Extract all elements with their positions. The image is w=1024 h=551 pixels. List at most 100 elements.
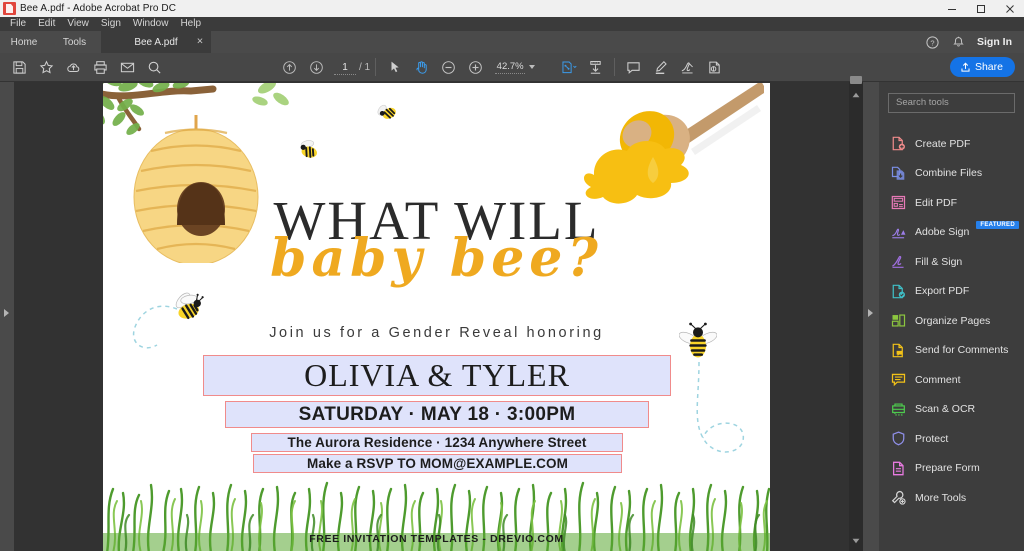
page-navigator: 1 / 1 <box>334 60 370 75</box>
tool-label: Prepare Form <box>915 462 980 475</box>
tool-protect[interactable]: Protect <box>879 424 1024 454</box>
pdf-page[interactable]: WHAT WILL baby bee? Join us for a Gender… <box>103 83 770 551</box>
page-down-icon[interactable] <box>303 54 330 81</box>
document-scrollbar[interactable] <box>849 76 863 551</box>
tab-tools[interactable]: Tools <box>48 31 101 53</box>
menu-edit[interactable]: Edit <box>32 17 61 31</box>
bell-icon[interactable] <box>945 31 971 53</box>
address-field[interactable]: The Aurora Residence · 1234 Anywhere Str… <box>251 433 623 452</box>
zoom-out-icon[interactable] <box>435 54 462 81</box>
more-tools-icon <box>891 491 906 505</box>
intro-line: Join us for a Gender Reveal honoring <box>269 325 604 341</box>
tab-home[interactable]: Home <box>0 31 48 53</box>
hand-tool-icon[interactable] <box>408 54 435 81</box>
tool-adobe-sign[interactable]: Adobe Sign FEATURED <box>879 218 1024 248</box>
search-tools-input[interactable]: Search tools <box>888 93 1015 113</box>
scroll-up-icon[interactable] <box>849 88 863 101</box>
cloud-upload-icon[interactable] <box>60 54 87 81</box>
tools-panel: Search tools Create PDF Combine Files Ed… <box>879 82 1024 551</box>
menu-view[interactable]: View <box>61 17 95 31</box>
tool-create-pdf[interactable]: Create PDF <box>879 129 1024 159</box>
page-total-label: / 1 <box>359 61 371 73</box>
scrollbar-thumb[interactable] <box>850 76 862 84</box>
expand-right-panel-icon[interactable] <box>868 309 873 317</box>
tool-label: Edit PDF <box>915 196 958 209</box>
search-icon[interactable] <box>141 54 168 81</box>
tool-scan-and-ocr[interactable]: Scan & OCR <box>879 395 1024 425</box>
menu-sign[interactable]: Sign <box>95 17 127 31</box>
menu-help[interactable]: Help <box>174 17 207 31</box>
export-pdf-icon <box>892 284 905 299</box>
tool-prepare-form[interactable]: Prepare Form <box>879 454 1024 484</box>
tab-document-label: Bee A.pdf <box>134 36 178 48</box>
document-viewport[interactable]: WHAT WILL baby bee? Join us for a Gender… <box>14 82 849 551</box>
create-pdf-icon <box>892 136 905 151</box>
tool-more-tools[interactable]: More Tools <box>879 483 1024 513</box>
print-icon[interactable] <box>87 54 114 81</box>
bee-icon <box>300 140 317 158</box>
tab-close-icon[interactable]: × <box>195 36 205 48</box>
edit-pdf-icon <box>891 196 906 210</box>
menu-window[interactable]: Window <box>127 17 175 31</box>
date-field[interactable]: SATURDAY · MAY 18 · 3:00PM <box>225 401 649 428</box>
share-label: Share <box>974 61 1003 73</box>
tool-label: Send for Comments <box>915 344 1009 357</box>
account-area: ? Sign In <box>919 31 1024 53</box>
fill-and-sign-icon <box>892 256 904 269</box>
tab-document[interactable]: Bee A.pdf × <box>101 31 211 53</box>
combine-files-icon <box>891 166 905 180</box>
sign-in-button[interactable]: Sign In <box>971 31 1024 53</box>
fit-page-icon[interactable] <box>582 54 609 81</box>
tool-label: Organize Pages <box>915 314 991 327</box>
page-thumbnails-icon[interactable] <box>555 54 582 81</box>
page-number-input[interactable]: 1 <box>334 60 356 75</box>
window-controls <box>937 0 1024 17</box>
tool-edit-pdf[interactable]: Edit PDF <box>879 188 1024 218</box>
tool-organize-pages[interactable]: Organize Pages <box>879 306 1024 336</box>
tool-label: Fill & Sign <box>915 255 963 268</box>
page-up-icon[interactable] <box>276 54 303 81</box>
tool-label: Create PDF <box>915 137 971 150</box>
tool-label: Adobe Sign <box>915 226 970 239</box>
tool-comment[interactable]: Comment <box>879 365 1024 395</box>
zoom-control[interactable]: 42.7% <box>495 61 536 74</box>
headline-baby-bee: baby bee? <box>270 228 603 289</box>
menu-file[interactable]: File <box>4 17 32 31</box>
save-icon[interactable] <box>6 54 33 81</box>
comment-bubble-icon <box>891 374 906 387</box>
expand-left-panel-icon[interactable] <box>4 309 9 317</box>
window-title: Bee A.pdf - Adobe Acrobat Pro DC <box>20 3 177 14</box>
help-circle-icon[interactable]: ? <box>919 31 945 53</box>
tab-strip: Home Tools Bee A.pdf × <box>0 31 1024 53</box>
share-upload-icon <box>961 62 970 72</box>
adobe-sign-icon <box>892 228 906 239</box>
stamp-icon[interactable] <box>701 54 728 81</box>
left-navigation-rail[interactable] <box>0 82 14 551</box>
share-button[interactable]: Share <box>949 57 1015 77</box>
scan-ocr-icon <box>892 403 905 416</box>
email-icon[interactable] <box>114 54 141 81</box>
star-icon[interactable] <box>33 54 60 81</box>
tool-send-for-comments[interactable]: Send for Comments <box>879 336 1024 366</box>
right-navigation-rail[interactable] <box>863 82 879 551</box>
zoom-in-icon[interactable] <box>462 54 489 81</box>
highlight-icon[interactable] <box>647 54 674 81</box>
organize-pages-icon <box>891 314 906 327</box>
scroll-down-icon[interactable] <box>849 534 863 547</box>
tool-fill-and-sign[interactable]: Fill & Sign <box>879 247 1024 277</box>
maximize-button[interactable] <box>966 0 995 17</box>
tool-label: Protect <box>915 432 949 445</box>
chevron-down-icon[interactable] <box>529 65 536 69</box>
zoom-level-value[interactable]: 42.7% <box>495 61 526 74</box>
tool-label: Scan & OCR <box>915 403 976 416</box>
select-cursor-icon[interactable] <box>381 54 408 81</box>
names-field[interactable]: OLIVIA & TYLER <box>203 355 671 396</box>
tool-combine-files[interactable]: Combine Files <box>879 159 1024 189</box>
minimize-button[interactable] <box>937 0 966 17</box>
signature-icon[interactable] <box>674 54 701 81</box>
tool-export-pdf[interactable]: Export PDF <box>879 277 1024 307</box>
tool-label: More Tools <box>915 491 967 504</box>
bee-icon <box>377 104 396 119</box>
close-button[interactable] <box>995 0 1024 17</box>
comment-icon[interactable] <box>620 54 647 81</box>
